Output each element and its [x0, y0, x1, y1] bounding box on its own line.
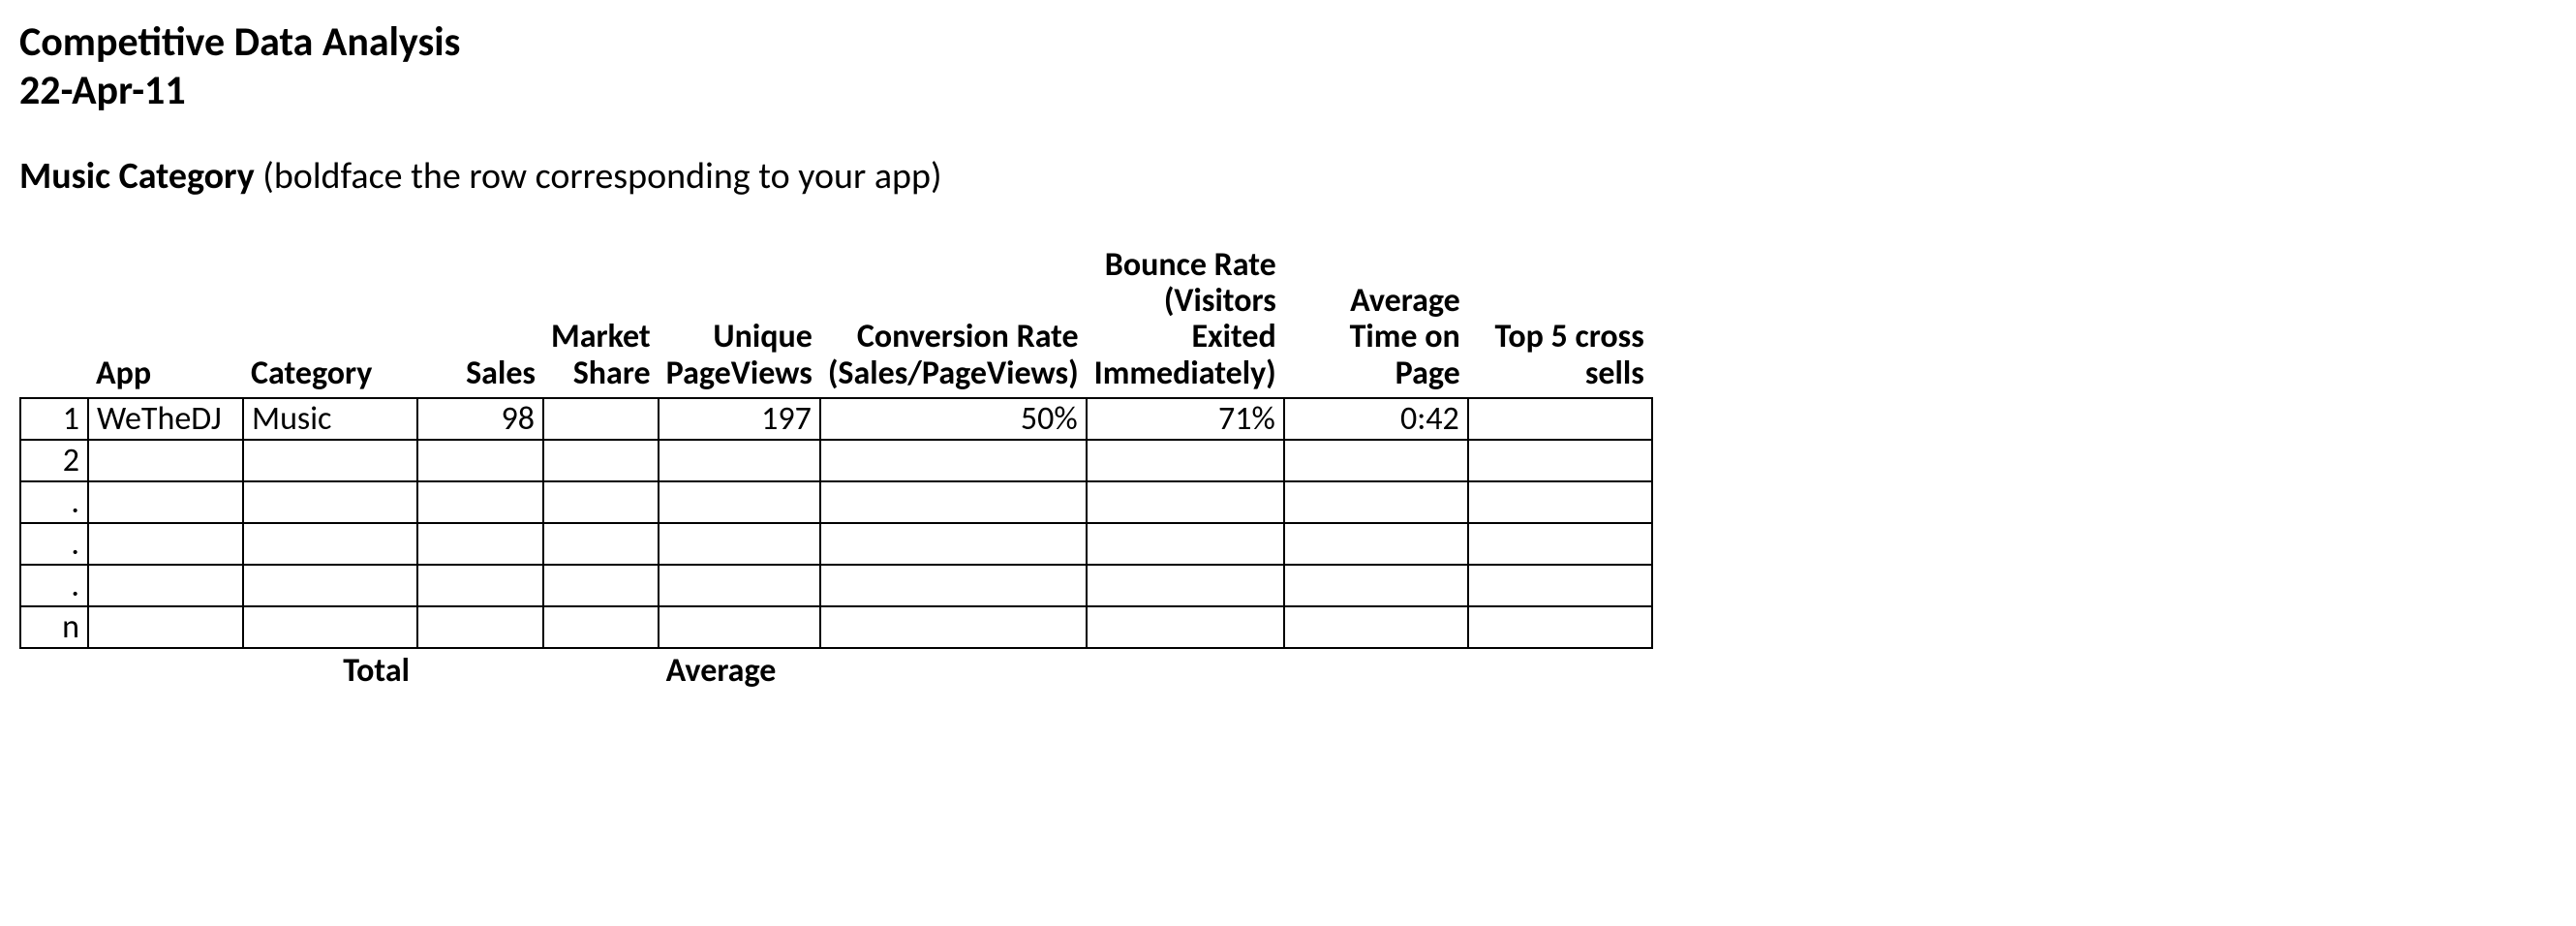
cell-bounce: 71% [1087, 398, 1284, 440]
cell-pv [659, 606, 820, 648]
subtitle-note: (boldface the row corresponding to your … [255, 154, 942, 199]
cell-time: 0:42 [1284, 398, 1468, 440]
cell-app [88, 565, 243, 606]
cell-time [1284, 440, 1468, 481]
table-footer-row: Total Average [20, 648, 1652, 691]
cell-app [88, 523, 243, 565]
cell-cross [1468, 398, 1652, 440]
cell-cross [1468, 606, 1652, 648]
cell-share [543, 440, 659, 481]
table-row: . [20, 481, 1652, 523]
table-header-row: App Category Sales Market Share Unique P… [20, 245, 1652, 399]
cell-category [243, 481, 417, 523]
cell-sales [417, 481, 543, 523]
cell-bounce [1087, 481, 1284, 523]
cell-bounce [1087, 565, 1284, 606]
table-row: 2 [20, 440, 1652, 481]
cell-category [243, 523, 417, 565]
cell-share [543, 523, 659, 565]
subtitle-line: Music Category (boldface the row corresp… [19, 154, 2557, 199]
cell-idx: . [20, 565, 88, 606]
cell-share [543, 565, 659, 606]
cell-conv [820, 440, 1087, 481]
cell-app [88, 481, 243, 523]
cell-app: WeTheDJ [88, 398, 243, 440]
col-app: App [88, 245, 243, 399]
cell-bounce [1087, 606, 1284, 648]
cell-bounce [1087, 440, 1284, 481]
page-title: Competitive Data Analysis [19, 19, 2557, 66]
cell-idx: . [20, 523, 88, 565]
cell-sales [417, 440, 543, 481]
cell-category [243, 565, 417, 606]
cell-category [243, 606, 417, 648]
cell-conv [820, 481, 1087, 523]
cell-pv [659, 565, 820, 606]
col-pv: Unique PageViews [659, 245, 820, 399]
cell-cross [1468, 565, 1652, 606]
col-share: Market Share [543, 245, 659, 399]
col-time: Average Time on Page [1284, 245, 1468, 399]
cell-conv [820, 565, 1087, 606]
page-date: 22-Apr-11 [19, 68, 2557, 114]
table-row: . [20, 523, 1652, 565]
cell-idx: . [20, 481, 88, 523]
cell-pv [659, 523, 820, 565]
table-row: 1 WeTheDJ Music 98 197 50% 71% 0:42 [20, 398, 1652, 440]
table-row: n [20, 606, 1652, 648]
cell-pv [659, 440, 820, 481]
col-conv: Conversion Rate (Sales/PageViews) [820, 245, 1087, 399]
cell-category [243, 440, 417, 481]
cell-pv [659, 481, 820, 523]
cell-bounce [1087, 523, 1284, 565]
cell-cross [1468, 481, 1652, 523]
cell-category: Music [243, 398, 417, 440]
table-row: . [20, 565, 1652, 606]
col-bounce: Bounce Rate (Visitors Exited Immediately… [1087, 245, 1284, 399]
cell-idx: n [20, 606, 88, 648]
cell-conv [820, 606, 1087, 648]
cell-cross [1468, 523, 1652, 565]
cell-time [1284, 565, 1468, 606]
cell-time [1284, 523, 1468, 565]
cell-pv: 197 [659, 398, 820, 440]
footer-total-label: Total [243, 648, 417, 691]
cell-sales [417, 606, 543, 648]
cell-share [543, 398, 659, 440]
cell-conv: 50% [820, 398, 1087, 440]
cell-sales [417, 565, 543, 606]
footer-average-label: Average [659, 648, 820, 691]
cell-cross [1468, 440, 1652, 481]
col-sales: Sales [417, 245, 543, 399]
col-category: Category [243, 245, 417, 399]
cell-idx: 2 [20, 440, 88, 481]
cell-idx: 1 [20, 398, 88, 440]
cell-sales [417, 523, 543, 565]
data-table: App Category Sales Market Share Unique P… [19, 245, 1653, 692]
cell-time [1284, 606, 1468, 648]
cell-time [1284, 481, 1468, 523]
cell-conv [820, 523, 1087, 565]
cell-share [543, 481, 659, 523]
col-cross: Top 5 cross sells [1468, 245, 1652, 399]
cell-app [88, 440, 243, 481]
subtitle-bold: Music Category [19, 154, 255, 199]
cell-share [543, 606, 659, 648]
col-idx [20, 245, 88, 399]
cell-app [88, 606, 243, 648]
cell-sales: 98 [417, 398, 543, 440]
